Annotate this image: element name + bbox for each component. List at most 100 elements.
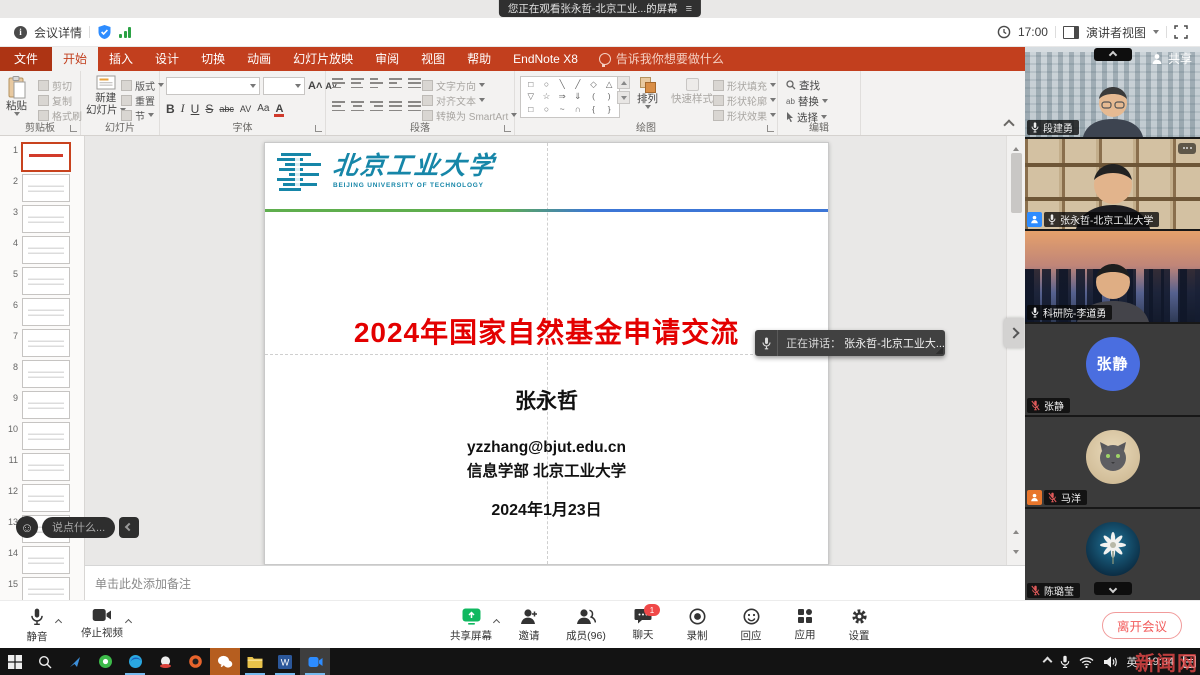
- panel-collapse-handle[interactable]: [1004, 318, 1024, 348]
- underline-button[interactable]: U: [191, 102, 200, 116]
- chevron-up-icon[interactable]: [126, 612, 131, 630]
- share-screen-button[interactable]: 共享屏幕: [444, 601, 498, 643]
- apps-button[interactable]: 应用: [782, 601, 828, 643]
- quick-chat-input[interactable]: 说点什么...: [42, 517, 115, 538]
- slide-thumbnail[interactable]: 4: [0, 234, 84, 265]
- tab-help[interactable]: 帮助: [456, 46, 502, 71]
- font-size-combobox[interactable]: [263, 77, 305, 95]
- taskbar-app-edge[interactable]: [120, 648, 150, 675]
- taskbar-app-360[interactable]: [90, 648, 120, 675]
- participant-tile[interactable]: 张永哲-北京工业大学: [1025, 139, 1200, 230]
- tell-me-box[interactable]: 告诉我你想要做什么: [589, 46, 734, 71]
- font-family-combobox[interactable]: [166, 77, 260, 95]
- copy-button[interactable]: 复制: [38, 93, 82, 107]
- security-shield-icon[interactable]: [97, 24, 112, 40]
- invite-button[interactable]: 邀请: [506, 601, 552, 643]
- shapes-scrollbar[interactable]: [617, 76, 630, 104]
- tray-mic-icon[interactable]: [1060, 655, 1070, 669]
- taskbar-app-mail[interactable]: [60, 648, 90, 675]
- taskbar-app-qq[interactable]: [150, 648, 180, 675]
- taskbar-app-word[interactable]: W: [270, 648, 300, 675]
- settings-button[interactable]: 设置: [836, 601, 882, 643]
- quick-styles-button[interactable]: 快速样式: [671, 77, 713, 105]
- align-text-button[interactable]: 对齐文本: [422, 93, 517, 107]
- tab-insert[interactable]: 插入: [98, 46, 144, 71]
- arrange-button[interactable]: 排列: [637, 77, 658, 109]
- strikethrough-button[interactable]: S: [205, 102, 213, 116]
- tab-endnote[interactable]: EndNote X8: [502, 46, 589, 71]
- slide-thumbnail[interactable]: 10: [0, 420, 84, 451]
- slide-thumbnail[interactable]: 3: [0, 203, 84, 234]
- hide-panel-button[interactable]: [1094, 48, 1132, 61]
- numbering-icon[interactable]: [351, 78, 364, 88]
- tab-animations[interactable]: 动画: [236, 46, 282, 71]
- shape-outline-button[interactable]: 形状轮廓: [713, 93, 776, 107]
- tab-home[interactable]: 开始: [52, 46, 98, 71]
- tray-expand-icon[interactable]: [1043, 657, 1053, 667]
- shapes-gallery[interactable]: □○╲╱◇△ ▽☆⇒⇓() □○~∩{}: [520, 76, 620, 118]
- leave-meeting-button[interactable]: 离开会议: [1102, 612, 1182, 639]
- start-button[interactable]: [0, 648, 30, 675]
- clear-strike-button[interactable]: abc: [219, 104, 234, 114]
- paste-button[interactable]: 粘贴: [6, 76, 27, 116]
- slide-thumbnail[interactable]: 2: [0, 172, 84, 203]
- collapse-ribbon-icon[interactable]: [1003, 119, 1014, 130]
- slide-thumbnail[interactable]: 9: [0, 389, 84, 420]
- record-button[interactable]: 录制: [674, 601, 720, 643]
- bold-button[interactable]: B: [166, 102, 175, 116]
- tab-view[interactable]: 视图: [410, 46, 456, 71]
- tab-review[interactable]: 审阅: [364, 46, 410, 71]
- replace-button[interactable]: ab 替换: [786, 94, 828, 108]
- next-slide-icon[interactable]: [1013, 541, 1019, 559]
- more-options-button[interactable]: [1178, 143, 1196, 154]
- tab-transitions[interactable]: 切换: [190, 46, 236, 71]
- react-button[interactable]: 回应: [728, 601, 774, 643]
- chevron-up-icon[interactable]: [56, 612, 61, 630]
- view-mode-selector[interactable]: 演讲者视图: [1086, 24, 1146, 41]
- slide-thumbnail[interactable]: 1: [0, 141, 84, 172]
- columns-icon[interactable]: [408, 101, 421, 111]
- dialog-launcher-icon[interactable]: [504, 125, 511, 132]
- change-case-button[interactable]: Aa: [257, 103, 269, 114]
- indent-increase-icon[interactable]: [389, 78, 402, 88]
- notes-pane[interactable]: 单击此处添加备注: [85, 565, 1025, 600]
- slide-thumbnail[interactable]: 8: [0, 358, 84, 389]
- slide-thumbnail[interactable]: 14: [0, 544, 84, 575]
- slide-thumbnail[interactable]: 5: [0, 265, 84, 296]
- dialog-launcher-icon[interactable]: [315, 125, 322, 132]
- char-spacing-button[interactable]: AV: [240, 104, 251, 114]
- dialog-launcher-icon[interactable]: [70, 125, 77, 132]
- dialog-launcher-icon[interactable]: [767, 125, 774, 132]
- meeting-details-button[interactable]: 会议详情: [34, 24, 82, 41]
- bullets-icon[interactable]: [332, 78, 345, 88]
- italic-button[interactable]: I: [181, 101, 185, 116]
- grow-font-button[interactable]: A˄: [308, 80, 322, 92]
- layout-button[interactable]: 版式: [121, 78, 164, 92]
- taskbar-app-meeting[interactable]: [300, 648, 330, 675]
- slide-thumbnail[interactable]: 7: [0, 327, 84, 358]
- taskbar-search-button[interactable]: [30, 648, 60, 675]
- chevron-up-icon[interactable]: [494, 612, 499, 630]
- tab-file[interactable]: 文件: [0, 46, 52, 71]
- shape-fill-button[interactable]: 形状填充: [713, 78, 776, 92]
- wifi-icon[interactable]: [1079, 656, 1094, 668]
- font-color-button[interactable]: A: [275, 103, 283, 115]
- slide[interactable]: 北京工业大学 BEIJING UNIVERSITY OF TECHNOLOGY …: [264, 142, 829, 565]
- slide-thumbnail[interactable]: 6: [0, 296, 84, 327]
- align-center-icon[interactable]: [351, 101, 364, 111]
- mute-button[interactable]: 静音: [14, 601, 60, 644]
- network-signal-icon[interactable]: [119, 27, 131, 38]
- text-direction-button[interactable]: 文字方向: [422, 78, 517, 92]
- slide-thumbnail[interactable]: 15: [0, 575, 84, 600]
- fullscreen-icon[interactable]: [1174, 25, 1188, 39]
- previous-slide-icon[interactable]: [1013, 521, 1019, 539]
- line-spacing-icon[interactable]: [408, 78, 421, 88]
- collapse-chat-icon[interactable]: [119, 517, 139, 538]
- speaking-indicator[interactable]: 正在讲话： 张永哲-北京工业大...: [755, 330, 945, 356]
- chevron-down-icon[interactable]: [1153, 30, 1159, 34]
- banner-menu-icon[interactable]: ≡: [686, 3, 692, 15]
- scroll-participants-down-button[interactable]: [1094, 582, 1132, 595]
- taskbar-file-explorer[interactable]: [240, 648, 270, 675]
- taskbar-app-browser[interactable]: [180, 648, 210, 675]
- align-left-icon[interactable]: [332, 101, 345, 111]
